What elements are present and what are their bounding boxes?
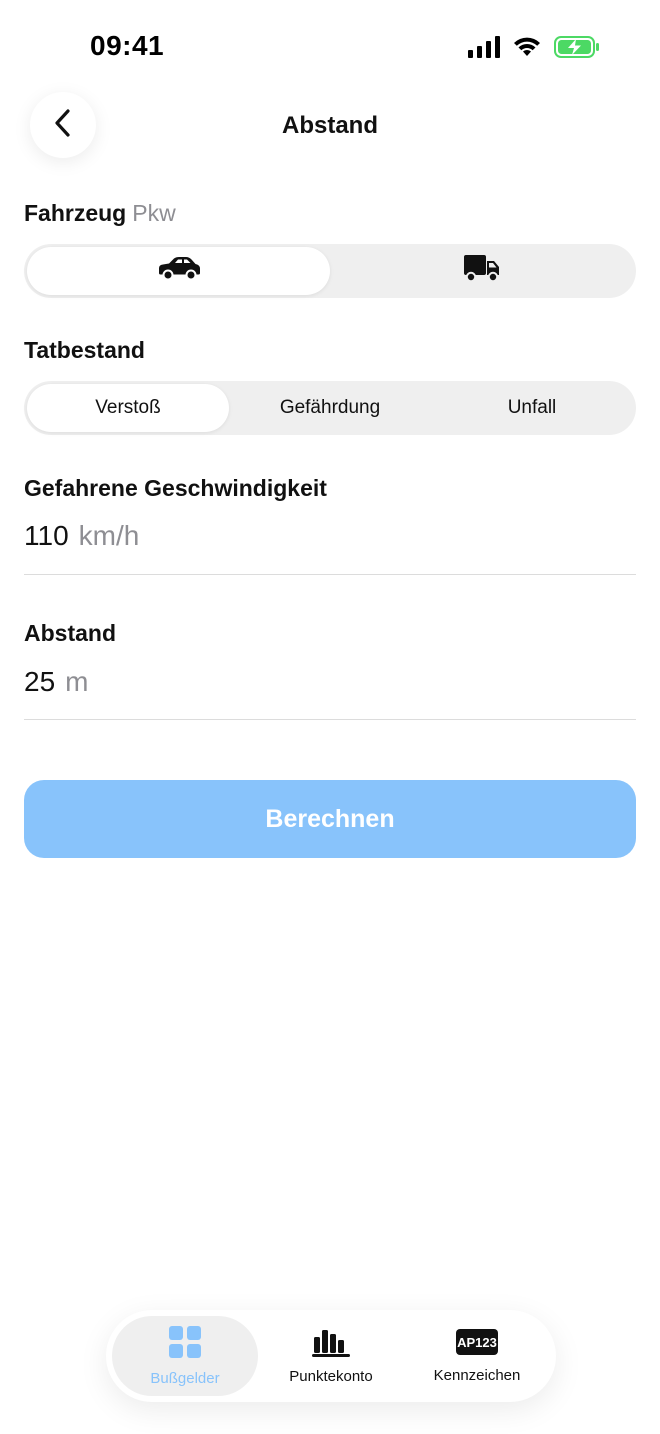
vehicle-option-car[interactable] <box>27 247 330 295</box>
license-plate-icon: AP123 <box>455 1328 499 1361</box>
status-icons <box>468 36 600 58</box>
vehicle-selected-value: Pkw <box>132 200 176 226</box>
speed-divider <box>24 574 636 575</box>
offense-segmented-control: Verstoß Gefährdung Unfall <box>24 381 636 435</box>
vehicle-option-truck[interactable] <box>330 247 633 295</box>
car-icon <box>155 255 203 287</box>
tab-bar: Bußgelder Punktekonto AP123 Kennzeichen <box>106 1310 556 1402</box>
vehicle-label-text: Fahrzeug <box>24 200 127 226</box>
distance-divider <box>24 719 636 720</box>
vehicle-segmented-control <box>24 244 636 298</box>
page-title: Abstand <box>282 112 378 139</box>
tab-kennzeichen[interactable]: AP123 Kennzeichen <box>404 1316 550 1396</box>
speed-value: 110 <box>24 520 69 551</box>
tab-label-punktekonto: Punktekonto <box>289 1368 373 1385</box>
grid-icon <box>168 1325 202 1364</box>
signal-icon <box>468 36 500 58</box>
truck-icon <box>462 252 502 290</box>
tab-label-bussgelder: Bußgelder <box>150 1370 220 1387</box>
battery-charging-icon <box>554 36 600 58</box>
license-plate-text: AP123 <box>457 1335 497 1350</box>
bar-chart-icon <box>312 1327 350 1362</box>
tab-punktekonto[interactable]: Punktekonto <box>258 1316 404 1396</box>
speed-label: Gefahrene Geschwindigkeit <box>24 475 327 501</box>
offense-option-unfall[interactable]: Unfall <box>431 384 633 432</box>
tab-bussgelder[interactable]: Bußgelder <box>112 1316 258 1396</box>
status-bar: 09:41 <box>0 0 660 96</box>
screen: 09:41 Abstand Fahrzeug Pkw Tatbestand Ve… <box>0 0 660 1434</box>
offense-option-gefaehrdung[interactable]: Gefährdung <box>229 384 431 432</box>
speed-input[interactable]: 110 km/h <box>24 520 636 564</box>
offense-option-verstoss[interactable]: Verstoß <box>27 384 229 432</box>
tab-label-kennzeichen: Kennzeichen <box>433 1367 521 1384</box>
wifi-icon <box>512 36 542 58</box>
speed-unit: km/h <box>78 520 140 551</box>
status-time: 09:41 <box>90 30 165 61</box>
calculate-button[interactable]: Berechnen <box>24 780 636 858</box>
distance-value: 25 <box>24 666 56 697</box>
offense-label: Tatbestand <box>24 337 145 363</box>
distance-input[interactable]: 25 m <box>24 666 636 710</box>
distance-label: Abstand <box>24 620 116 646</box>
vehicle-label: Fahrzeug Pkw <box>24 200 176 227</box>
distance-unit: m <box>65 666 89 697</box>
